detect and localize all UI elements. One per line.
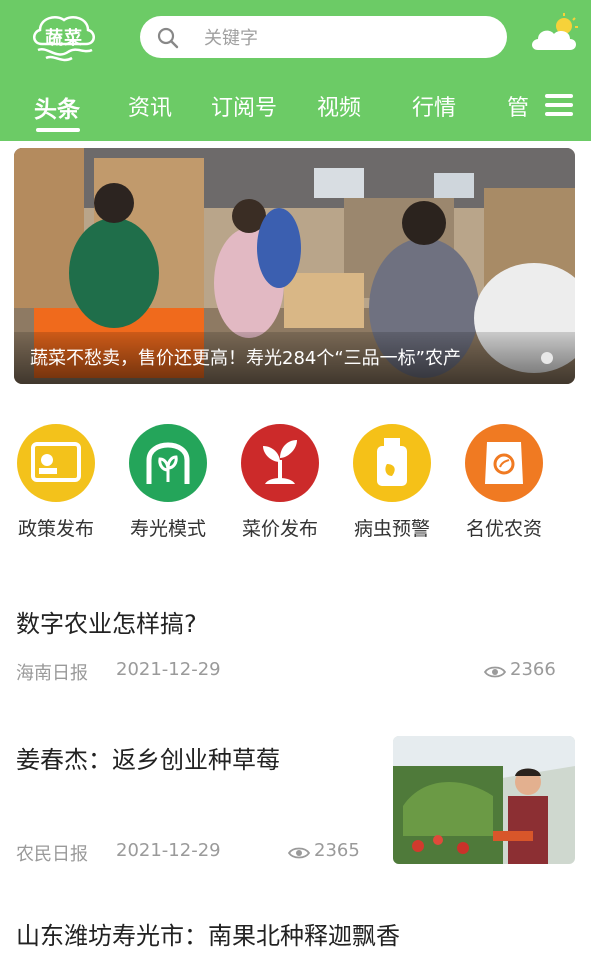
news-title[interactable]: 姜春杰：返乡创业种草莓 — [16, 740, 280, 775]
weather-sun-cloud-icon[interactable] — [528, 12, 582, 56]
category-tabs: 头条 资讯 订阅号 视频 行情 管 — [0, 82, 591, 138]
quick-link-label: 病虫预警 — [353, 518, 430, 540]
tab-subscriptions[interactable]: 订阅号 — [211, 90, 277, 122]
quick-link-label: 名优农资 — [465, 518, 542, 540]
carousel-indicator-dot[interactable] — [541, 352, 553, 364]
tab-headlines[interactable]: 头条 — [34, 90, 80, 124]
strawberry-greenhouse-image — [393, 736, 575, 864]
view-count: 2366 — [510, 659, 556, 680]
tab-news[interactable]: 资讯 — [128, 90, 172, 122]
news-title[interactable]: 数字农业怎样搞? — [16, 604, 197, 639]
news-item[interactable]: 数字农业怎样搞? 海南日报 2021-12-29 2366 — [0, 600, 591, 695]
quick-link-label: 政策发布 — [17, 518, 94, 540]
quick-link-label: 寿光模式 — [129, 518, 206, 540]
menu-icon[interactable] — [545, 92, 573, 118]
app-logo[interactable]: 蔬菜 — [26, 10, 102, 66]
tab-videos[interactable]: 视频 — [317, 90, 361, 122]
policy-board-icon — [17, 424, 95, 502]
pesticide-bottle-icon — [353, 424, 431, 502]
view-count: 2365 — [314, 840, 360, 861]
seedling-price-icon — [241, 424, 319, 502]
news-title[interactable]: 山东潍坊寿光市：南果北种释迦飘香 — [16, 916, 400, 951]
search-bar[interactable] — [140, 16, 507, 58]
news-date: 2021-12-29 — [116, 659, 221, 680]
news-item[interactable]: 山东潍坊寿光市：南果北种释迦飘香 — [0, 906, 591, 966]
logo-text: 蔬菜 — [45, 28, 83, 49]
tab-market[interactable]: 行情 — [412, 90, 456, 122]
app-header: 蔬菜 头条 资讯 订阅号 视频 行情 管 — [0, 0, 591, 141]
search-icon — [157, 27, 179, 49]
news-source: 农民日报 — [16, 844, 88, 865]
fertilizer-bag-icon — [465, 424, 543, 502]
quick-link-label: 菜价发布 — [241, 518, 318, 540]
greenhouse-sprout-icon — [129, 424, 207, 502]
banner-carousel[interactable]: 蔬菜不愁卖，售价还更高！寿光284个“三品一标”农产 — [14, 148, 575, 384]
quick-links: 政策发布 寿光模式 菜价发布 病虫预警 名优农资 — [0, 420, 591, 550]
search-input[interactable] — [202, 23, 496, 53]
banner-caption-bar: 蔬菜不愁卖，售价还更高！寿光284个“三品一标”农产 — [14, 332, 575, 384]
news-thumbnail[interactable] — [393, 736, 575, 864]
view-count-icon — [484, 666, 506, 678]
news-item[interactable]: 姜春杰：返乡创业种草莓 农民日报 2021-12-29 2365 — [0, 736, 591, 866]
active-tab-indicator — [36, 128, 80, 132]
news-source: 海南日报 — [16, 663, 88, 684]
tab-management[interactable]: 管 — [507, 90, 529, 122]
news-date: 2021-12-29 — [116, 840, 221, 861]
view-count-icon — [288, 847, 310, 859]
banner-caption: 蔬菜不愁卖，售价还更高！寿光284个“三品一标”农产 — [30, 348, 462, 369]
